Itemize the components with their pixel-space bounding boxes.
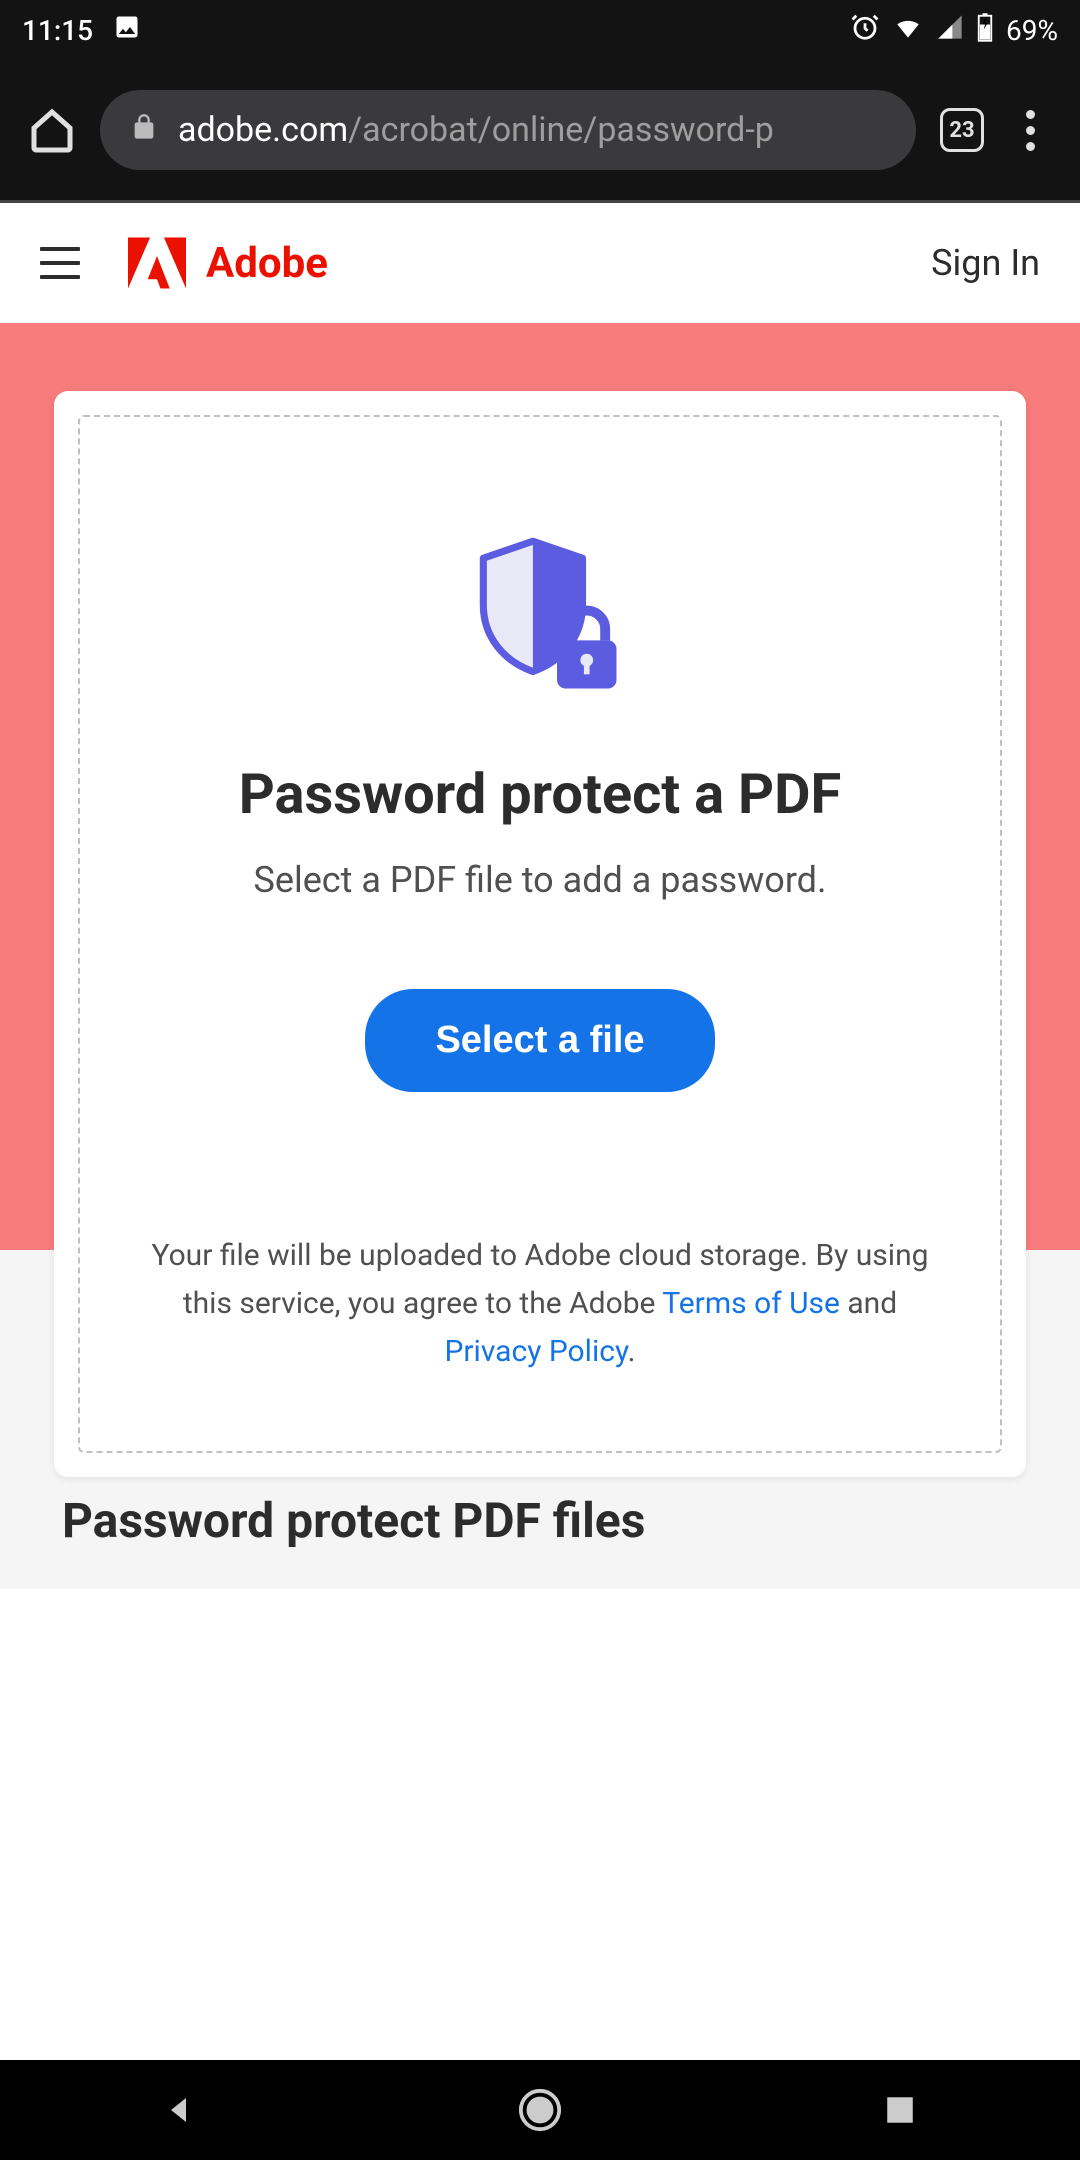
terms-text: Your file will be uploaded to Adobe clou… bbox=[130, 1232, 950, 1376]
system-nav-bar bbox=[0, 2060, 1080, 2160]
card-title: Password protect a PDF bbox=[239, 761, 842, 827]
adobe-logo-icon bbox=[128, 237, 186, 289]
privacy-policy-link[interactable]: Privacy Policy bbox=[444, 1334, 627, 1369]
signal-icon bbox=[936, 13, 964, 48]
image-icon bbox=[113, 13, 141, 48]
card-subtitle: Select a PDF file to add a password. bbox=[254, 859, 827, 901]
url-bar[interactable]: adobe.com/acrobat/online/password-p bbox=[100, 90, 916, 170]
back-button[interactable] bbox=[156, 2086, 204, 2134]
section-title: Password protect PDF files bbox=[0, 1492, 1080, 1589]
browser-menu-icon[interactable] bbox=[1008, 110, 1052, 151]
battery-percent: 69% bbox=[1006, 14, 1058, 47]
menu-icon[interactable] bbox=[40, 247, 80, 279]
battery-icon bbox=[976, 12, 994, 49]
status-bar: 11:15 69% bbox=[0, 0, 1080, 60]
recent-apps-button[interactable] bbox=[876, 2086, 924, 2134]
brand-name: Adobe bbox=[206, 239, 328, 288]
home-button[interactable] bbox=[516, 2086, 564, 2134]
page-header: Adobe Sign In bbox=[0, 203, 1080, 323]
lock-icon bbox=[130, 110, 158, 150]
home-icon[interactable] bbox=[28, 106, 76, 154]
hero-section: Password protect a PDF Select a PDF file… bbox=[0, 323, 1080, 1268]
alarm-icon bbox=[850, 12, 880, 49]
select-file-button[interactable]: Select a file bbox=[365, 989, 714, 1092]
status-time: 11:15 bbox=[22, 14, 93, 47]
tab-count[interactable]: 23 bbox=[940, 108, 984, 152]
dropzone[interactable]: Password protect a PDF Select a PDF file… bbox=[78, 415, 1002, 1453]
shield-lock-icon bbox=[455, 527, 625, 701]
upload-card: Password protect a PDF Select a PDF file… bbox=[54, 391, 1026, 1477]
terms-of-use-link[interactable]: Terms of Use bbox=[662, 1286, 840, 1321]
sign-in-link[interactable]: Sign In bbox=[931, 242, 1040, 284]
wifi-icon bbox=[892, 11, 924, 50]
url-text: adobe.com/acrobat/online/password-p bbox=[178, 110, 774, 150]
browser-bar: adobe.com/acrobat/online/password-p 23 bbox=[0, 60, 1080, 200]
adobe-logo[interactable]: Adobe bbox=[128, 237, 328, 289]
